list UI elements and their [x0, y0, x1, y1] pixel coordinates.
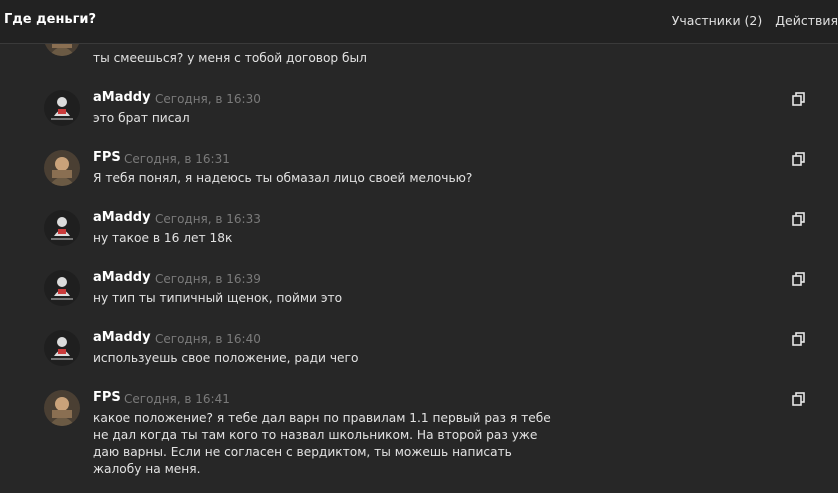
amaddy-avatar[interactable] [44, 90, 80, 126]
copy-icon[interactable] [792, 151, 806, 166]
fps-avatar[interactable] [44, 44, 80, 56]
message-author[interactable]: aMaddy [93, 210, 151, 225]
message-author[interactable]: FPS [93, 150, 121, 165]
conversation-title: Где деньги? [4, 12, 97, 27]
header-actions: Участники (2) Действия [663, 13, 838, 28]
message-time[interactable]: Сегодня, в 16:39 [155, 272, 261, 286]
copy-icon[interactable] [792, 391, 806, 406]
copy-icon[interactable] [792, 211, 806, 226]
copy-icon[interactable] [792, 271, 806, 286]
copy-icon[interactable] [792, 91, 806, 106]
message-time[interactable]: Сегодня, в 16:33 [155, 212, 261, 226]
message-time[interactable]: Сегодня, в 16:31 [124, 152, 230, 166]
fps-avatar[interactable] [44, 150, 80, 186]
message-time[interactable]: Сегодня, в 16:41 [124, 392, 230, 406]
message-text: Я тебя понял, я надеюсь ты обмазал лицо … [93, 171, 473, 185]
message-author[interactable]: aMaddy [93, 90, 151, 105]
actions-button[interactable]: Действия [775, 13, 838, 28]
message-text: какое положение? я тебе дал варн по прав… [93, 411, 551, 476]
message-time[interactable]: Сегодня, в 16:30 [155, 92, 261, 106]
participants-button[interactable]: Участники (2) [672, 13, 762, 28]
message-text: используешь свое положение, ради чего [93, 351, 359, 365]
message-time[interactable]: Сегодня, в 16:40 [155, 332, 261, 346]
message-author[interactable]: FPS [93, 390, 121, 405]
message-author[interactable]: aMaddy [93, 330, 151, 345]
message-text: ты смеешься? у меня с тобой договор был [93, 51, 367, 65]
amaddy-avatar[interactable] [44, 210, 80, 246]
message-list: ты смеешься? у меня с тобой договор был … [0, 44, 838, 493]
amaddy-avatar[interactable] [44, 330, 80, 366]
message-author[interactable]: aMaddy [93, 270, 151, 285]
message-text: ну тип ты типичный щенок, пойми это [93, 291, 343, 305]
message-text: это брат писал [93, 111, 190, 125]
conversation-header: Где деньги? Участники (2) Действия [0, 0, 838, 44]
message-text: ну такое в 16 лет 18к [93, 231, 233, 245]
copy-icon[interactable] [792, 331, 806, 346]
amaddy-avatar[interactable] [44, 270, 80, 306]
fps-avatar[interactable] [44, 390, 80, 426]
